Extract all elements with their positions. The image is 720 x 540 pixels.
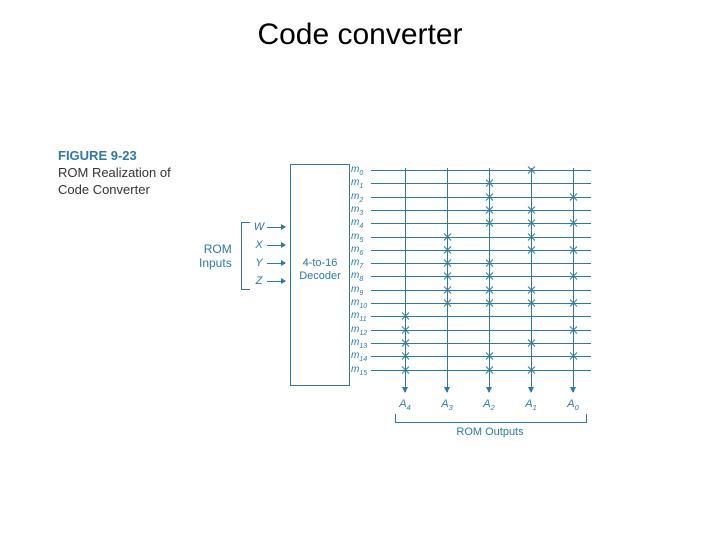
- input-w-label: W: [253, 221, 265, 233]
- output-label-a4: A4: [395, 398, 415, 412]
- connection-m12-a0: [569, 326, 577, 334]
- decoder-box: 4-to-16 Decoder: [290, 164, 350, 386]
- connection-m1-a2: [485, 179, 493, 187]
- connection-m8-a2: [485, 272, 493, 280]
- minterm-line-9: [371, 290, 591, 291]
- output-label-a0: A0: [563, 398, 583, 412]
- connection-m5-a3: [443, 233, 451, 241]
- connection-m6-a1: [527, 246, 535, 254]
- minterm-label-13: m13: [351, 337, 371, 350]
- minterm-line-4: [371, 223, 591, 224]
- input-y-label: Y: [253, 257, 265, 269]
- minterm-label-10: m10: [351, 297, 371, 310]
- minterm-label-1: m1: [351, 177, 371, 190]
- input-z-label: Z: [253, 275, 265, 287]
- minterm-line-10: [371, 303, 591, 304]
- connection-m15-a4: [401, 366, 409, 374]
- connection-m2-a0: [569, 193, 577, 201]
- input-y-arrow: [267, 263, 285, 264]
- connection-m10-a3: [443, 299, 451, 307]
- inputs-bracket: [241, 222, 250, 290]
- minterm-label-14: m14: [351, 350, 371, 363]
- connection-m4-a0: [569, 219, 577, 227]
- minterm-line-5: [371, 237, 591, 238]
- output-line-a1: [531, 168, 532, 392]
- rom-outputs-label: ROM Outputs: [395, 426, 585, 438]
- connection-m8-a0: [569, 272, 577, 280]
- connection-m10-a2: [485, 299, 493, 307]
- minterm-label-12: m12: [351, 324, 371, 337]
- minterm-label-15: m15: [351, 364, 371, 377]
- minterm-line-1: [371, 183, 591, 184]
- minterm-line-6: [371, 250, 591, 251]
- connection-m13-a4: [401, 339, 409, 347]
- figure-number: FIGURE 9-23: [58, 148, 208, 165]
- connection-m13-a1: [527, 339, 535, 347]
- minterm-label-6: m6: [351, 244, 371, 257]
- minterm-label-0: m0: [351, 164, 371, 177]
- minterm-line-3: [371, 210, 591, 211]
- connection-m3-a1: [527, 206, 535, 214]
- connection-m4-a1: [527, 219, 535, 227]
- minterm-label-2: m2: [351, 191, 371, 204]
- connection-m6-a0: [569, 246, 577, 254]
- connection-m5-a1: [527, 233, 535, 241]
- figure-label: FIGURE 9-23 ROM Realization of Code Conv…: [58, 148, 208, 199]
- minterm-label-5: m5: [351, 231, 371, 244]
- minterm-label-7: m7: [351, 257, 371, 270]
- connection-m0-a1: [527, 166, 535, 174]
- connection-m14-a2: [485, 352, 493, 360]
- connection-m15-a1: [527, 366, 535, 374]
- input-x-label: X: [253, 239, 265, 251]
- minterm-line-2: [371, 197, 591, 198]
- connection-m9-a3: [443, 286, 451, 294]
- connection-m15-a2: [485, 366, 493, 374]
- figure-caption-line1: ROM Realization of: [58, 165, 208, 182]
- connection-m10-a1: [527, 299, 535, 307]
- rom-diagram: ROM Inputs W X Y Z 4-to-16 Decoder m0m1m…: [225, 150, 625, 450]
- output-label-a1: A1: [521, 398, 541, 412]
- minterm-label-4: m4: [351, 217, 371, 230]
- minterm-label-8: m8: [351, 270, 371, 283]
- rom-outputs-bracket: [395, 414, 587, 423]
- minterm-label-11: m11: [351, 310, 371, 323]
- connection-m11-a4: [401, 312, 409, 320]
- connection-m7-a3: [443, 259, 451, 267]
- connection-m12-a4: [401, 326, 409, 334]
- connection-m6-a3: [443, 246, 451, 254]
- connection-m14-a0: [569, 352, 577, 360]
- minterm-label-9: m9: [351, 284, 371, 297]
- minterm-label-3: m3: [351, 204, 371, 217]
- figure-caption-line2: Code Converter: [58, 182, 208, 199]
- decoder-text: 4-to-16 Decoder: [291, 257, 349, 283]
- connection-m4-a2: [485, 219, 493, 227]
- connection-m10-a0: [569, 299, 577, 307]
- connection-m3-a2: [485, 206, 493, 214]
- connection-m8-a3: [443, 272, 451, 280]
- connection-m9-a2: [485, 286, 493, 294]
- output-label-a3: A3: [437, 398, 457, 412]
- input-z-arrow: [267, 281, 285, 282]
- connection-m7-a2: [485, 259, 493, 267]
- input-x-arrow: [267, 245, 285, 246]
- connection-m2-a2: [485, 193, 493, 201]
- page-title: Code converter: [0, 18, 720, 52]
- minterm-line-0: [371, 170, 591, 171]
- output-label-a2: A2: [479, 398, 499, 412]
- input-w-arrow: [267, 227, 285, 228]
- minterm-line-8: [371, 276, 591, 277]
- rom-inputs-label: ROM Inputs: [199, 242, 232, 271]
- connection-m14-a4: [401, 352, 409, 360]
- connection-m9-a1: [527, 286, 535, 294]
- minterm-line-7: [371, 263, 591, 264]
